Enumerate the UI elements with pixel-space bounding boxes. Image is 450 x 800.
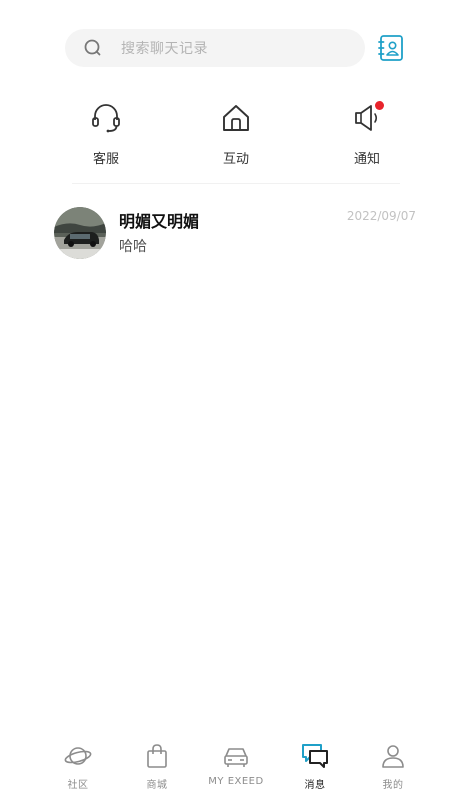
notification-badge	[375, 101, 384, 110]
quick-action-label: 客服	[92, 152, 119, 167]
tab-profile[interactable]: 我的	[353, 742, 433, 791]
quick-action-label: 互动	[222, 152, 249, 167]
tab-label: 消息	[304, 780, 326, 791]
chat-bubbles-icon	[301, 742, 329, 770]
quick-action-notifications[interactable]: 通知	[337, 100, 397, 167]
quick-action-customer-service[interactable]: 客服	[76, 100, 136, 167]
home-icon	[218, 100, 254, 136]
tab-label: 社区	[67, 780, 89, 791]
divider	[72, 183, 400, 184]
quick-action-label: 通知	[353, 152, 380, 167]
megaphone-icon	[349, 100, 385, 136]
avatar	[54, 207, 106, 259]
search-placeholder: 搜索聊天记录	[121, 41, 208, 57]
tab-label: 我的	[382, 780, 404, 791]
tab-label: 商城	[146, 780, 168, 791]
bottom-tab-bar: 社区 商城 MY EXEED 消息 我的	[0, 738, 450, 800]
tab-community[interactable]: 社区	[38, 742, 118, 791]
conversation-date: 2022/09/07	[346, 209, 416, 223]
tab-my-exeed[interactable]: MY EXEED	[196, 742, 276, 787]
shopping-bag-icon	[143, 742, 171, 770]
search-bar[interactable]: 搜索聊天记录	[65, 29, 365, 67]
tab-label: MY EXEED	[208, 776, 264, 787]
headset-icon	[88, 100, 124, 136]
tab-mall[interactable]: 商城	[117, 742, 197, 791]
conversation-preview: 哈哈	[119, 239, 147, 255]
car-icon	[222, 742, 250, 770]
conversation-item[interactable]: 明媚又明媚 2022/09/07 哈哈	[54, 205, 424, 261]
tab-messages[interactable]: 消息	[275, 742, 355, 791]
planet-icon	[64, 742, 92, 770]
conversation-name: 明媚又明媚	[119, 212, 200, 231]
address-book-icon	[378, 35, 403, 61]
person-icon	[379, 742, 407, 770]
contacts-button[interactable]	[378, 34, 404, 62]
quick-action-interaction[interactable]: 互动	[206, 100, 266, 167]
search-icon	[83, 38, 103, 58]
